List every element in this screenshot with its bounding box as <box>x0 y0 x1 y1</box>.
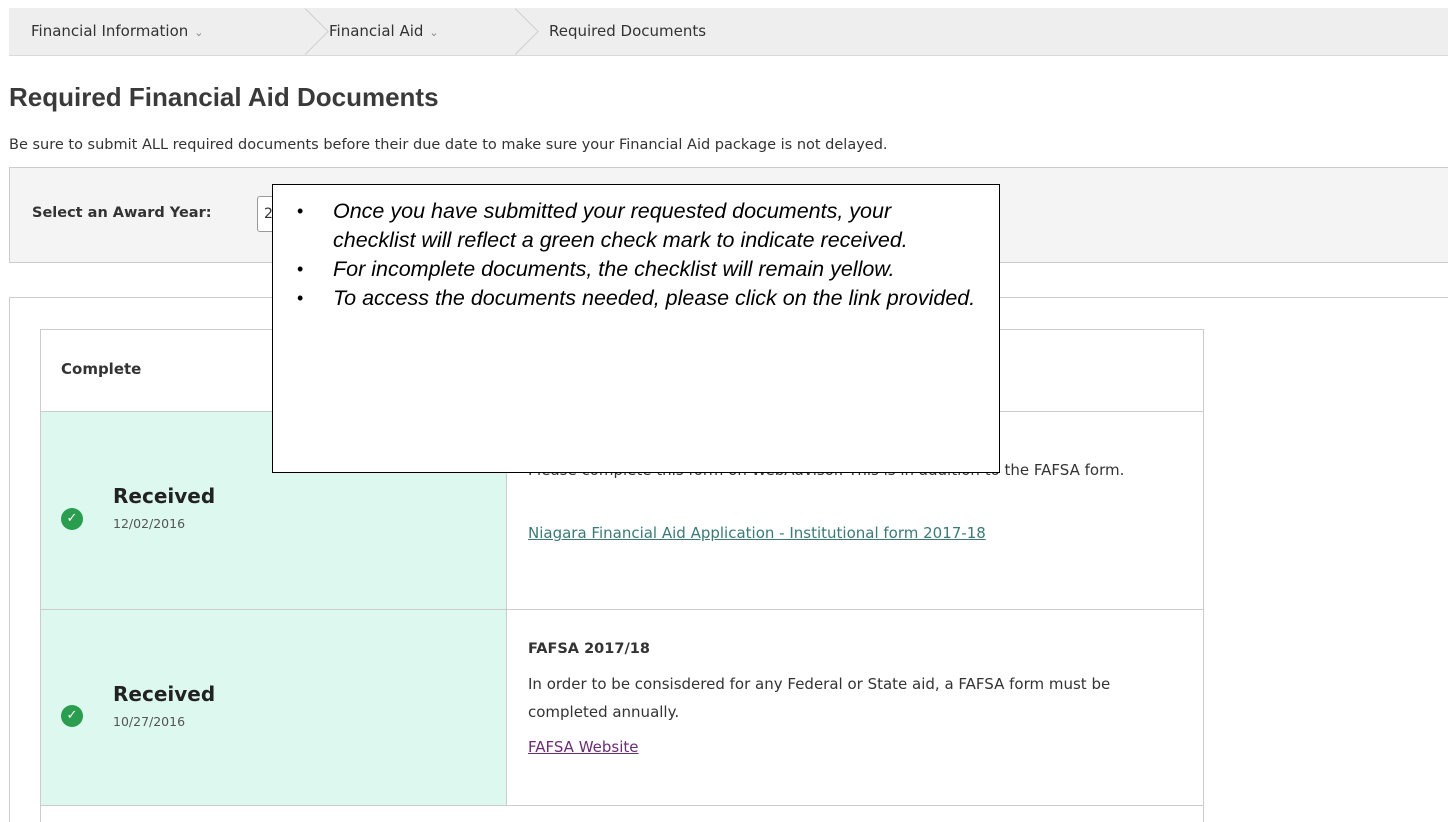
document-description: In order to be consisdered for any Feder… <box>528 675 1111 721</box>
breadcrumb-label: Financial Information <box>31 22 189 40</box>
breadcrumb-separator <box>507 8 555 56</box>
breadcrumb: Financial Information ⌄ Financial Aid ⌄ Re… <box>9 8 1448 56</box>
breadcrumb-label: Financial Aid <box>329 22 424 40</box>
breadcrumb-label: Required Documents <box>549 22 707 40</box>
callout-item: • Once you have submitted your requested … <box>293 197 979 255</box>
document-link[interactable]: Niagara Financial Aid Application - Inst… <box>528 524 986 542</box>
page-description: Be sure to submit ALL required documents… <box>9 137 888 153</box>
document-link[interactable]: FAFSA Website <box>528 738 639 756</box>
status-date: 12/02/2016 <box>113 516 186 531</box>
breadcrumb-required-documents: Required Documents <box>549 8 706 56</box>
breadcrumb-financial-aid[interactable]: Financial Aid ⌄ <box>329 8 439 56</box>
status-label: Received <box>113 484 216 508</box>
award-year-label: Select an Award Year: <box>32 205 212 221</box>
bullet-icon: • <box>297 259 304 279</box>
status-label: Received <box>113 682 216 706</box>
callout-text: For incomplete documents, the checklist … <box>333 257 895 281</box>
checklist-header-label: Complete <box>61 360 142 378</box>
instruction-callout: • Once you have submitted your requested … <box>272 184 1000 473</box>
callout-item: • To access the documents needed, please … <box>293 284 979 313</box>
chevron-down-icon: ⌄ <box>194 26 204 39</box>
callout-text: Once you have submitted your requested d… <box>333 199 908 252</box>
status-date: 10/27/2016 <box>113 714 186 729</box>
bullet-icon: • <box>297 288 304 308</box>
callout-list: • Once you have submitted your requested … <box>293 197 979 313</box>
check-circle-icon: ✓ <box>61 705 83 727</box>
status-cell: ✓ Received 10/27/2016 <box>41 610 507 805</box>
document-title: FAFSA 2017/18 <box>528 641 650 657</box>
chevron-down-icon: ⌄ <box>429 26 439 39</box>
document-info-cell: FAFSA 2017/18 In order to be consisdered… <box>508 610 1203 805</box>
callout-text: To access the documents needed, please c… <box>333 286 976 310</box>
bullet-icon: • <box>297 201 304 221</box>
callout-item: • For incomplete documents, the checklist… <box>293 255 979 284</box>
breadcrumb-financial-information[interactable]: Financial Information ⌄ <box>31 8 204 56</box>
page-title: Required Financial Aid Documents <box>9 82 439 112</box>
checklist-row: ✓ Received 10/27/2016 FAFSA 2017/18 In o… <box>41 610 1203 806</box>
check-circle-icon: ✓ <box>61 508 83 530</box>
